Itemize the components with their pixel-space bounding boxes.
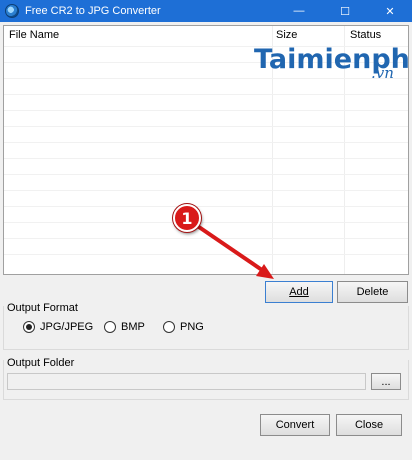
arrow-icon bbox=[194, 223, 274, 279]
step-number-badge: 1 bbox=[173, 204, 201, 232]
